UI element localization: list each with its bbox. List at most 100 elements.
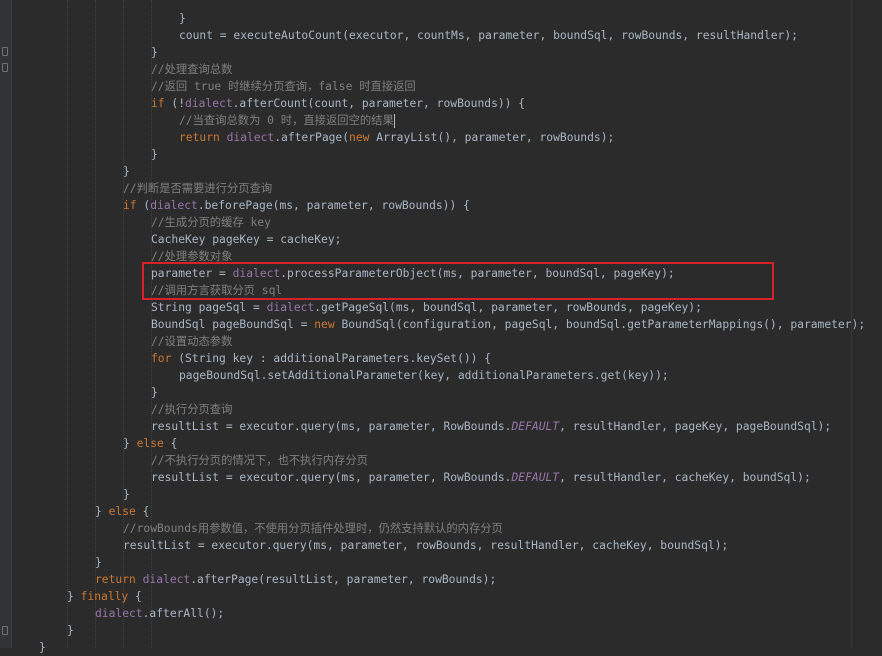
indent-guide [95, 0, 96, 648]
code-line[interactable]: return dialect.afterPage(resultList, par… [95, 571, 496, 588]
code-token: .afterAll(); [142, 607, 225, 620]
code-line[interactable]: } [95, 554, 102, 571]
code-token: dialect [95, 607, 143, 620]
code-token: BoundSql(configuration, pageSql, boundSq… [341, 318, 866, 331]
code-token: } [67, 590, 81, 603]
code-line[interactable]: } [179, 10, 186, 27]
code-token: } [123, 488, 130, 501]
code-token: .afterCount(count, parameter, rowBounds)… [232, 97, 526, 110]
code-token: } [151, 148, 158, 161]
code-token: parameter = [151, 267, 233, 280]
code-token: //处理参数对象 [151, 250, 233, 263]
code-line[interactable]: count = executeAutoCount(executor, count… [179, 27, 798, 44]
code-token: resultList = executor.query(ms, paramete… [151, 471, 512, 484]
editor-gutter[interactable] [0, 0, 12, 648]
text-caret [393, 114, 395, 128]
code-line[interactable]: parameter = dialect.processParameterObje… [151, 265, 675, 282]
code-token: //处理查询总数 [151, 63, 233, 76]
code-token: (! [171, 97, 186, 110]
code-line[interactable]: } [151, 384, 158, 401]
code-token: } [95, 505, 109, 518]
code-line[interactable]: if (dialect.beforePage(ms, parameter, ro… [123, 197, 470, 214]
code-token: } [123, 165, 130, 178]
code-token: .afterPage(resultList, parameter, rowBou… [190, 573, 497, 586]
code-token: pageBoundSql.setAdditionalParameter(key,… [179, 369, 669, 382]
code-token: { [142, 505, 150, 518]
code-token: BoundSql pageBoundSql = [151, 318, 315, 331]
code-token: dialect [232, 267, 281, 280]
code-token: } [151, 46, 158, 59]
fold-marker-icon[interactable] [2, 63, 8, 72]
code-token: for [151, 352, 179, 365]
code-line[interactable]: } else { [123, 435, 177, 452]
code-token: } [67, 624, 74, 637]
code-line[interactable]: } [151, 44, 158, 61]
code-line[interactable]: resultList = executor.query(ms, paramete… [151, 469, 811, 486]
code-token: dialect [226, 131, 275, 144]
code-line[interactable]: } [123, 163, 130, 180]
code-token: .beforePage(ms, parameter, rowBounds)) { [197, 199, 470, 212]
code-token: } [151, 386, 158, 399]
code-token: , resultHandler, pageKey, pageBoundSql); [559, 420, 832, 433]
code-line[interactable]: //当查询总数为 0 时，直接返回空的结果 [179, 112, 395, 129]
fold-marker-icon[interactable] [2, 626, 8, 635]
code-token: } [179, 12, 186, 25]
code-line[interactable]: } [123, 486, 130, 503]
code-line[interactable]: if (!dialect.afterCount(count, parameter… [151, 95, 525, 112]
code-line[interactable]: BoundSql pageBoundSql = new BoundSql(con… [151, 316, 865, 333]
code-token: //设置动态参数 [151, 335, 233, 348]
code-token: .getPageSql(ms, boundSql, parameter, row… [314, 301, 702, 314]
code-line[interactable]: //返回 true 时继续分页查询，false 时直接返回 [151, 78, 416, 95]
code-line[interactable]: String pageSql = dialect.getPageSql(ms, … [151, 299, 702, 316]
indent-guide [67, 0, 68, 648]
code-token: //当查询总数为 0 时，直接返回空的结果 [179, 114, 394, 127]
code-token: resultList = executor.query(ms, paramete… [151, 420, 512, 433]
code-token: dialect [142, 573, 191, 586]
code-token: new [314, 318, 342, 331]
code-line[interactable]: //设置动态参数 [151, 333, 232, 350]
code-token: dialect [150, 199, 198, 212]
code-line[interactable]: //调用方言获取分页 sql [151, 282, 282, 299]
code-line[interactable]: //生成分页的缓存 key [151, 214, 271, 231]
code-editor[interactable]: } count = executeAutoCount(executor, coun… [0, 0, 882, 654]
code-line[interactable]: } else { [95, 503, 149, 520]
code-token: if [123, 199, 144, 212]
code-line[interactable]: //rowBounds用参数值，不使用分页插件处理时，仍然支持默认的内存分页 [123, 520, 503, 537]
code-line[interactable]: resultList = executor.query(ms, paramete… [123, 537, 728, 554]
code-token: new [349, 131, 377, 144]
code-token: //不执行分页的情况下，也不执行内存分页 [151, 454, 368, 467]
code-line[interactable]: dialect.afterAll(); [95, 605, 224, 622]
code-line[interactable]: } [67, 622, 74, 639]
code-line[interactable]: pageBoundSql.setAdditionalParameter(key,… [179, 367, 669, 384]
code-line[interactable]: //不执行分页的情况下，也不执行内存分页 [151, 452, 368, 469]
code-token: if [151, 97, 172, 110]
code-line[interactable]: //判断是否需要进行分页查询 [123, 180, 272, 197]
code-token: //判断是否需要进行分页查询 [123, 182, 273, 195]
code-token: DEFAULT [511, 420, 560, 433]
code-line[interactable]: //处理参数对象 [151, 248, 232, 265]
code-line[interactable]: for (String key : additionalParameters.k… [151, 350, 491, 367]
code-token: dialect [266, 301, 315, 314]
code-line[interactable]: //处理查询总数 [151, 61, 232, 78]
code-token: //执行分页查询 [151, 403, 233, 416]
code-token: { [135, 590, 142, 603]
code-token: } [123, 437, 137, 450]
code-line[interactable]: } [151, 146, 158, 163]
code-line[interactable]: return dialect.afterPage(new ArrayList()… [179, 129, 614, 146]
code-token: ArrayList(), parameter, rowBounds); [376, 131, 615, 144]
code-line[interactable]: //执行分页查询 [151, 401, 232, 418]
code-token: return [179, 131, 227, 144]
code-token: count = executeAutoCount(executor, count… [179, 29, 798, 42]
code-token: //调用方言获取分页 sql [151, 284, 283, 297]
code-line[interactable]: CacheKey pageKey = cacheKey; [151, 231, 341, 248]
fold-marker-icon[interactable] [2, 47, 8, 56]
code-line[interactable]: resultList = executor.query(ms, paramete… [151, 418, 831, 435]
code-token: (String key : additionalParameters.keySe… [178, 352, 492, 365]
code-line[interactable]: } finally { [67, 588, 142, 605]
code-token: return [95, 573, 143, 586]
code-token: String pageSql = [151, 301, 267, 314]
code-token: CacheKey pageKey = cacheKey; [151, 233, 342, 246]
code-token: resultList = executor.query(ms, paramete… [123, 539, 729, 552]
code-token: else [136, 437, 171, 450]
code-token: else [108, 505, 143, 518]
